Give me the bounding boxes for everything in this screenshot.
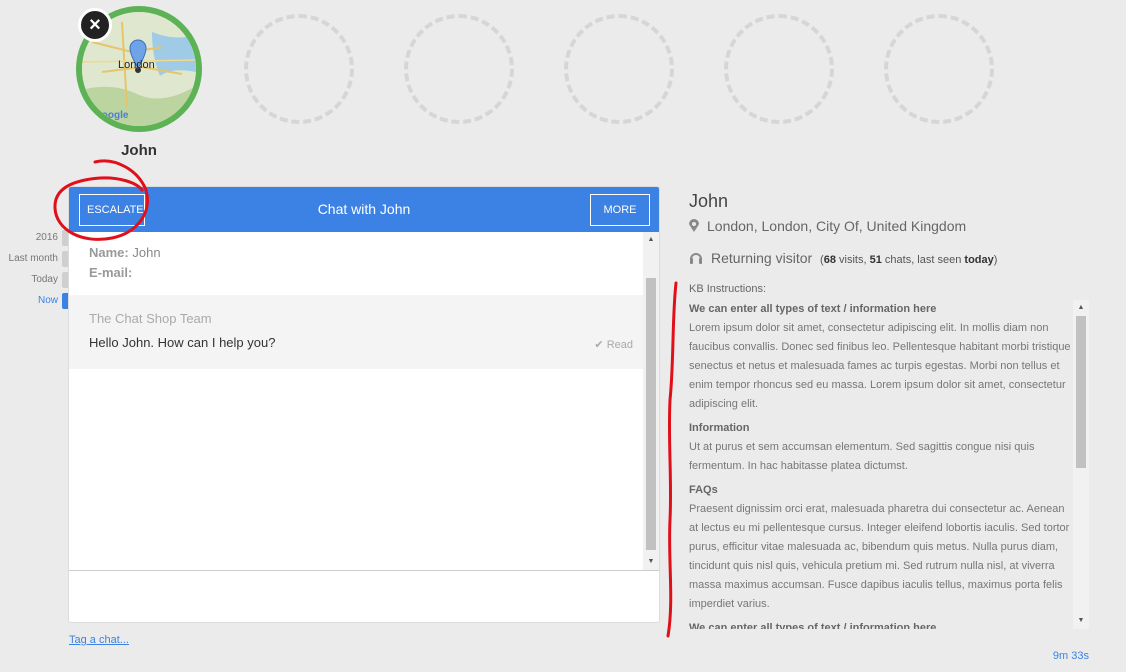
timeline-item-now[interactable]: Now bbox=[0, 291, 68, 312]
scroll-down-arrow-icon[interactable]: ▼ bbox=[1073, 613, 1089, 629]
scroll-down-arrow-icon[interactable]: ▼ bbox=[643, 554, 659, 570]
chats-count: 51 bbox=[869, 254, 882, 266]
empty-visitor-slot bbox=[404, 14, 514, 124]
tag-chat-link[interactable]: Tag a chat... bbox=[69, 634, 129, 646]
headset-icon bbox=[689, 251, 703, 267]
scroll-up-arrow-icon[interactable]: ▲ bbox=[643, 232, 659, 248]
empty-visitor-slot bbox=[564, 14, 674, 124]
kb-body: Ut at purus et sem accumsan elementum. S… bbox=[689, 441, 1035, 472]
chat-scrollbar[interactable]: ▲ ▼ bbox=[643, 232, 659, 570]
timeline-item-2016[interactable]: 2016 bbox=[0, 228, 68, 249]
kb-heading: We can enter all types of text / informa… bbox=[689, 303, 937, 315]
kb-section: We can enter all types of text / informa… bbox=[689, 619, 1072, 629]
visit-stats: (68 visits, 51 chats, last seen today) bbox=[820, 254, 998, 266]
kb-heading: FAQs bbox=[689, 484, 718, 496]
visitor-info: Name: John E-mail: bbox=[69, 232, 643, 295]
timeline-label: Today bbox=[31, 274, 58, 285]
empty-visitor-slot bbox=[724, 14, 834, 124]
check-icon: ✔ bbox=[594, 339, 604, 351]
visits-count: 68 bbox=[823, 254, 836, 266]
visitor-type: Returning visitor bbox=[711, 250, 813, 266]
message-text: Hello John. How can I help you? bbox=[89, 335, 276, 350]
scrollbar-thumb[interactable] bbox=[646, 278, 656, 550]
chat-timer: 9m 33s bbox=[1052, 650, 1089, 662]
chat-header: ESCALATE Chat with John MORE bbox=[69, 187, 659, 232]
message-author: The Chat Shop Team bbox=[89, 311, 212, 326]
timeline-item-last-month[interactable]: Last month bbox=[0, 249, 68, 270]
more-button[interactable]: MORE bbox=[590, 194, 650, 226]
timeline-item-today[interactable]: Today bbox=[0, 270, 68, 291]
kb-scrollbar[interactable]: ▲ ▼ bbox=[1073, 300, 1089, 629]
scroll-up-arrow-icon[interactable]: ▲ bbox=[1073, 300, 1089, 316]
close-icon: × bbox=[89, 14, 101, 36]
visitor-email-line: E-mail: bbox=[89, 265, 623, 280]
google-logo: Google bbox=[94, 110, 129, 121]
chat-message-input[interactable] bbox=[69, 570, 659, 622]
visitor-name: John bbox=[121, 142, 157, 159]
timeline-label: Last month bbox=[8, 253, 58, 264]
name-label: Name: bbox=[89, 245, 129, 260]
location-text: London, London, City Of, United Kingdom bbox=[707, 218, 967, 234]
timeline-label: 2016 bbox=[35, 232, 58, 243]
scrollbar-thumb[interactable] bbox=[1076, 316, 1086, 468]
kb-instructions-title: KB Instructions: bbox=[689, 283, 767, 295]
kb-body: Praesent dignissim orci erat, malesuada … bbox=[689, 503, 1070, 610]
empty-visitor-slot bbox=[244, 14, 354, 124]
kb-body: Lorem ipsum dolor sit amet, consectetur … bbox=[689, 322, 1071, 410]
read-status-label: Read bbox=[606, 339, 633, 351]
kb-instructions-content[interactable]: We can enter all types of text / informa… bbox=[689, 300, 1072, 629]
visitor-status: Returning visitor (68 visits, 51 chats, … bbox=[689, 250, 997, 267]
visitor-name-line: Name: John bbox=[89, 245, 623, 260]
email-label: E-mail: bbox=[89, 265, 133, 280]
kb-heading: We can enter all types of text / informa… bbox=[689, 622, 937, 629]
name-value: John bbox=[132, 245, 161, 260]
chat-title: Chat with John bbox=[317, 201, 411, 217]
map-label: London bbox=[118, 59, 155, 71]
close-visitor-button[interactable]: × bbox=[78, 8, 112, 42]
timeline-label: Now bbox=[37, 295, 58, 306]
kb-section: FAQs Praesent dignissim orci erat, males… bbox=[689, 481, 1072, 614]
kb-heading: Information bbox=[689, 422, 750, 434]
annotation-line bbox=[666, 281, 678, 638]
last-seen: today bbox=[964, 254, 994, 266]
visitor-location: London, London, City Of, United Kingdom bbox=[689, 218, 966, 235]
chat-transcript[interactable]: Name: John E-mail: The Chat Shop Team He… bbox=[69, 232, 643, 570]
message-status: ✔ Read bbox=[594, 338, 633, 351]
kb-section: Information Ut at purus et sem accumsan … bbox=[689, 419, 1072, 476]
kb-section: We can enter all types of text / informa… bbox=[689, 300, 1072, 414]
empty-visitor-slot bbox=[884, 14, 994, 124]
location-pin-icon bbox=[689, 219, 699, 235]
history-timeline: 2016 Last month Today Now bbox=[0, 228, 68, 312]
chat-panel: ESCALATE Chat with John MORE Name: John … bbox=[68, 186, 660, 623]
visitor-detail-name: John bbox=[689, 191, 729, 211]
chat-message: The Chat Shop Team Hello John. How can I… bbox=[69, 295, 643, 369]
